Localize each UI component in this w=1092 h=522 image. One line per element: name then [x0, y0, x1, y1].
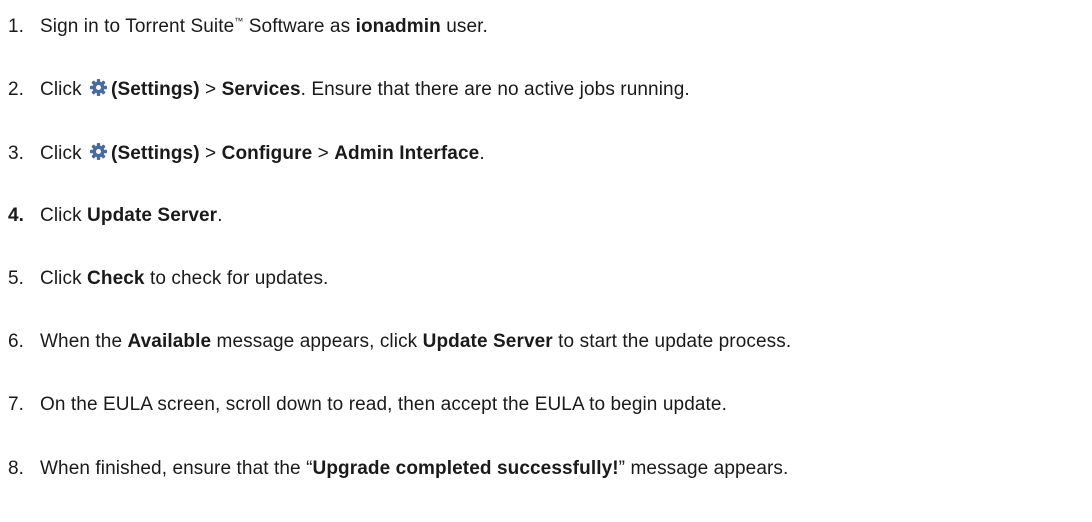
- step-text: Click: [40, 268, 88, 289]
- step-1: 1. Sign in to Torrent Suite™ Software as …: [8, 12, 488, 42]
- step-text: ” message appears.: [618, 458, 789, 479]
- step-number: 1.: [8, 16, 25, 37]
- step-text: When finished, ensure that the “: [40, 458, 313, 479]
- configure-label: Configure: [221, 143, 313, 164]
- step-text: >: [199, 143, 222, 164]
- update-server-label: Update Server: [422, 331, 553, 352]
- update-server-label: Update Server: [87, 205, 218, 226]
- step-number: 3.: [8, 143, 25, 164]
- step-text: .: [479, 143, 485, 164]
- success-message: Upgrade completed successfully!: [312, 458, 619, 479]
- gear-icon: [89, 78, 108, 97]
- step-3: 3. Click (Settings) > Configure > Admin I…: [8, 139, 485, 169]
- step-8: 8. When finished, ensure that the “Upgrad…: [8, 454, 788, 484]
- step-text: . Ensure that there are no active jobs r…: [300, 79, 690, 100]
- step-number: 8.: [8, 458, 25, 479]
- step-text: >: [312, 143, 335, 164]
- step-text: to check for updates.: [144, 268, 329, 289]
- step-2: 2. Click (Settings) > Services. Ensure th…: [8, 75, 690, 105]
- step-text: user.: [440, 16, 488, 37]
- step-text: Click: [40, 205, 88, 226]
- step-number: 2.: [8, 79, 25, 100]
- check-label: Check: [87, 268, 145, 289]
- gear-icon: [89, 142, 108, 161]
- step-text: Click: [40, 79, 88, 100]
- step-text: Click: [40, 143, 88, 164]
- step-text: >: [199, 79, 222, 100]
- step-text: On the EULA screen, scroll down to read,…: [40, 394, 727, 415]
- username: ionadmin: [355, 16, 441, 37]
- step-5: 5. Click Check to check for updates.: [8, 264, 328, 294]
- admin-interface-label: Admin Interface: [334, 143, 480, 164]
- step-text: When the: [40, 331, 128, 352]
- step-text: Sign in to Torrent Suite: [40, 16, 235, 37]
- settings-label: (Settings): [111, 79, 200, 100]
- step-number: 6.: [8, 331, 25, 352]
- step-number: 7.: [8, 394, 25, 415]
- services-label: Services: [221, 79, 301, 100]
- settings-label: (Settings): [111, 143, 200, 164]
- step-text: message appears, click: [211, 331, 423, 352]
- step-text: to start the update process.: [552, 331, 792, 352]
- step-4: 4. Click Update Server.: [8, 201, 223, 231]
- step-text: Software as: [243, 16, 356, 37]
- step-6: 6. When the Available message appears, cl…: [8, 327, 791, 357]
- step-number: 5.: [8, 268, 25, 289]
- step-number: 4.: [8, 205, 25, 226]
- step-text: .: [217, 205, 223, 226]
- step-7: 7. On the EULA screen, scroll down to rea…: [8, 390, 727, 420]
- available-label: Available: [127, 331, 212, 352]
